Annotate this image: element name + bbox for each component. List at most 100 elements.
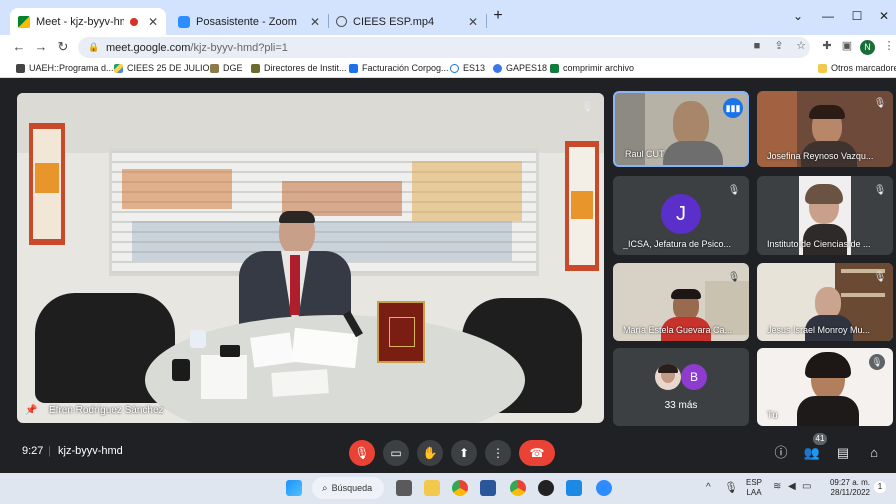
tab-label: Posasistente - Zoom bbox=[196, 15, 297, 28]
chat-icon[interactable]: ▤ bbox=[833, 443, 853, 463]
close-window-button[interactable]: ✕ bbox=[874, 6, 894, 26]
participant-tile[interactable]: ▮▮▮ Raul CUT bbox=[613, 91, 749, 167]
recording-icon bbox=[129, 17, 138, 26]
side-panel-icon[interactable]: ▣ bbox=[838, 37, 856, 55]
windows-start-icon[interactable] bbox=[286, 480, 302, 496]
mug bbox=[190, 330, 206, 348]
extensions-icon[interactable]: ✚ bbox=[818, 37, 836, 55]
mic-off-icon: 🎙 bbox=[580, 102, 594, 113]
tab-meet[interactable]: Meet - kjz-byyv-hmd ✕ bbox=[10, 8, 166, 35]
mic-off-icon: 🎙 bbox=[873, 185, 887, 196]
bookmark-label: Directores de Instit... bbox=[264, 63, 347, 73]
tab-search-button[interactable]: ⌄ bbox=[788, 6, 808, 26]
tab-close-icon[interactable]: ✕ bbox=[148, 15, 158, 29]
file-explorer-icon[interactable] bbox=[424, 480, 440, 496]
chrome-icon[interactable] bbox=[452, 480, 468, 496]
self-view-tile[interactable]: 🎙 Tú bbox=[757, 348, 893, 426]
tab-zoom[interactable]: Posasistente - Zoom ✕ bbox=[170, 8, 328, 35]
forward-button[interactable]: → bbox=[31, 37, 51, 57]
bookmark-item[interactable]: ES13 bbox=[450, 61, 485, 75]
speaker-head bbox=[279, 211, 315, 255]
participant-tile[interactable]: 🎙 Instituto de Ciencias de ... bbox=[757, 176, 893, 255]
tab-close-icon[interactable]: ✕ bbox=[468, 15, 478, 29]
leave-call-button[interactable]: ☎ bbox=[519, 440, 555, 466]
participant-tile[interactable]: 🎙 Josefina Reynoso Vazqu... bbox=[757, 91, 893, 167]
participant-name: _ICSA, Jefatura de Psico... bbox=[623, 239, 732, 249]
tab-ciees[interactable]: CIEES ESP.mp4 ✕ bbox=[328, 8, 486, 35]
raise-hand-button[interactable]: ✋ bbox=[417, 440, 443, 466]
reload-button[interactable]: ↻ bbox=[53, 37, 73, 57]
people-button[interactable]: 👥 bbox=[802, 443, 822, 463]
globe-icon bbox=[450, 63, 459, 73]
participant-name: María Estela Guevara Ca... bbox=[623, 325, 733, 335]
meeting-code: kjz-byyv-hmd bbox=[58, 445, 123, 457]
main-speaker-tile[interactable]: 🎙 📌 Efren Rodríguez Sánchez bbox=[17, 93, 604, 423]
participant-tile[interactable]: 🎙 Jesus Israel Monroy Mu... bbox=[757, 263, 893, 341]
media-player-icon[interactable] bbox=[538, 480, 554, 496]
language-indicator[interactable]: ESP LAA bbox=[746, 478, 762, 498]
address-bar[interactable]: 🔒 meet.google.com/kjz-byyv-hmd?pli=1 bbox=[78, 37, 810, 58]
present-screen-button[interactable]: ⬆ bbox=[451, 440, 477, 466]
camera-toggle-button[interactable]: ▭ bbox=[383, 440, 409, 466]
papers bbox=[250, 332, 294, 368]
bookmark-item[interactable]: GAPES18 bbox=[493, 61, 547, 75]
notification-badge[interactable]: 1 bbox=[874, 481, 886, 493]
papers bbox=[201, 355, 247, 399]
other-bookmarks[interactable]: Otros marcadores bbox=[818, 61, 896, 75]
profile-avatar[interactable]: N bbox=[860, 40, 875, 55]
maximize-button[interactable]: ☐ bbox=[847, 6, 867, 26]
language-bottom: LAA bbox=[746, 488, 762, 497]
more-participants-tile[interactable]: B 33 más bbox=[613, 348, 749, 426]
participant-tile[interactable]: 🎙 María Estela Guevara Ca... bbox=[613, 263, 749, 341]
activities-icon[interactable]: ⌂ bbox=[864, 443, 884, 463]
zoom-icon[interactable] bbox=[596, 480, 612, 496]
back-button[interactable]: ← bbox=[9, 37, 29, 57]
speaking-indicator-icon: ▮▮▮ bbox=[723, 98, 743, 118]
bookmark-item[interactable]: comprimir archivo bbox=[550, 61, 634, 75]
bookmark-item[interactable]: Directores de Instit... bbox=[251, 61, 347, 75]
chrome-profile-icon[interactable] bbox=[510, 480, 526, 496]
chevron-up-icon[interactable]: ^ bbox=[706, 482, 711, 493]
hang-up-icon: ☎ bbox=[529, 446, 545, 460]
bookmark-item[interactable]: DGE bbox=[210, 61, 243, 75]
participant-name: Jesus Israel Monroy Mu... bbox=[767, 325, 871, 335]
mic-off-icon: 🎙 bbox=[869, 354, 885, 370]
minimize-button[interactable]: — bbox=[818, 6, 838, 26]
word-icon[interactable] bbox=[480, 480, 496, 496]
wifi-icon[interactable]: ≋ bbox=[773, 481, 781, 492]
mic-off-icon: 🎙 bbox=[727, 185, 741, 196]
bookmark-item[interactable]: CIEES 25 DE JULIO... bbox=[114, 61, 217, 75]
clock[interactable]: 09:27 a. m. 28/11/2022 bbox=[824, 478, 870, 498]
more-options-button[interactable]: ⋮ bbox=[485, 440, 511, 466]
bookmark-item[interactable]: UAEH::Programa d... bbox=[16, 61, 114, 75]
bookmark-label: comprimir archivo bbox=[563, 63, 635, 73]
pin-icon[interactable]: 📌 bbox=[25, 405, 37, 416]
bookmark-star-icon[interactable]: ☆ bbox=[792, 37, 810, 55]
menu-kebab-icon[interactable]: ⋮ bbox=[880, 37, 896, 55]
bookmark-favicon-icon bbox=[550, 63, 559, 73]
share-icon[interactable]: ⇪ bbox=[770, 37, 788, 55]
right-poster bbox=[565, 141, 599, 271]
mic-toggle-button[interactable]: 🎙 bbox=[349, 440, 375, 466]
volume-icon[interactable]: ◀ bbox=[788, 481, 796, 492]
meeting-info-icon[interactable]: ⓘ bbox=[771, 443, 791, 463]
left-poster bbox=[29, 123, 65, 245]
phone bbox=[220, 345, 240, 357]
battery-icon[interactable]: ▭ bbox=[802, 481, 811, 492]
task-view-icon[interactable] bbox=[396, 480, 412, 496]
bookmark-favicon-icon bbox=[349, 63, 358, 73]
tab-close-icon[interactable]: ✕ bbox=[310, 15, 320, 29]
divider: | bbox=[48, 445, 51, 457]
camera-permission-icon[interactable]: ■ bbox=[748, 37, 766, 55]
microphone-tray-icon[interactable]: 🎙 bbox=[724, 481, 738, 494]
meeting-time: 9:27 bbox=[22, 445, 44, 457]
bookmark-item[interactable]: Facturación Corpog... bbox=[349, 61, 449, 75]
participant-tile[interactable]: J 🎙 _ICSA, Jefatura de Psico... bbox=[613, 176, 749, 255]
tab-label: Meet - kjz-byyv-hmd bbox=[36, 15, 124, 28]
photos-icon[interactable] bbox=[566, 480, 582, 496]
participant-avatar bbox=[655, 364, 681, 390]
new-tab-button[interactable]: + bbox=[488, 6, 508, 26]
clock-time: 09:27 a. m. bbox=[829, 478, 870, 487]
book bbox=[377, 301, 425, 363]
taskbar-search[interactable]: ⌕ Búsqueda bbox=[312, 477, 384, 499]
